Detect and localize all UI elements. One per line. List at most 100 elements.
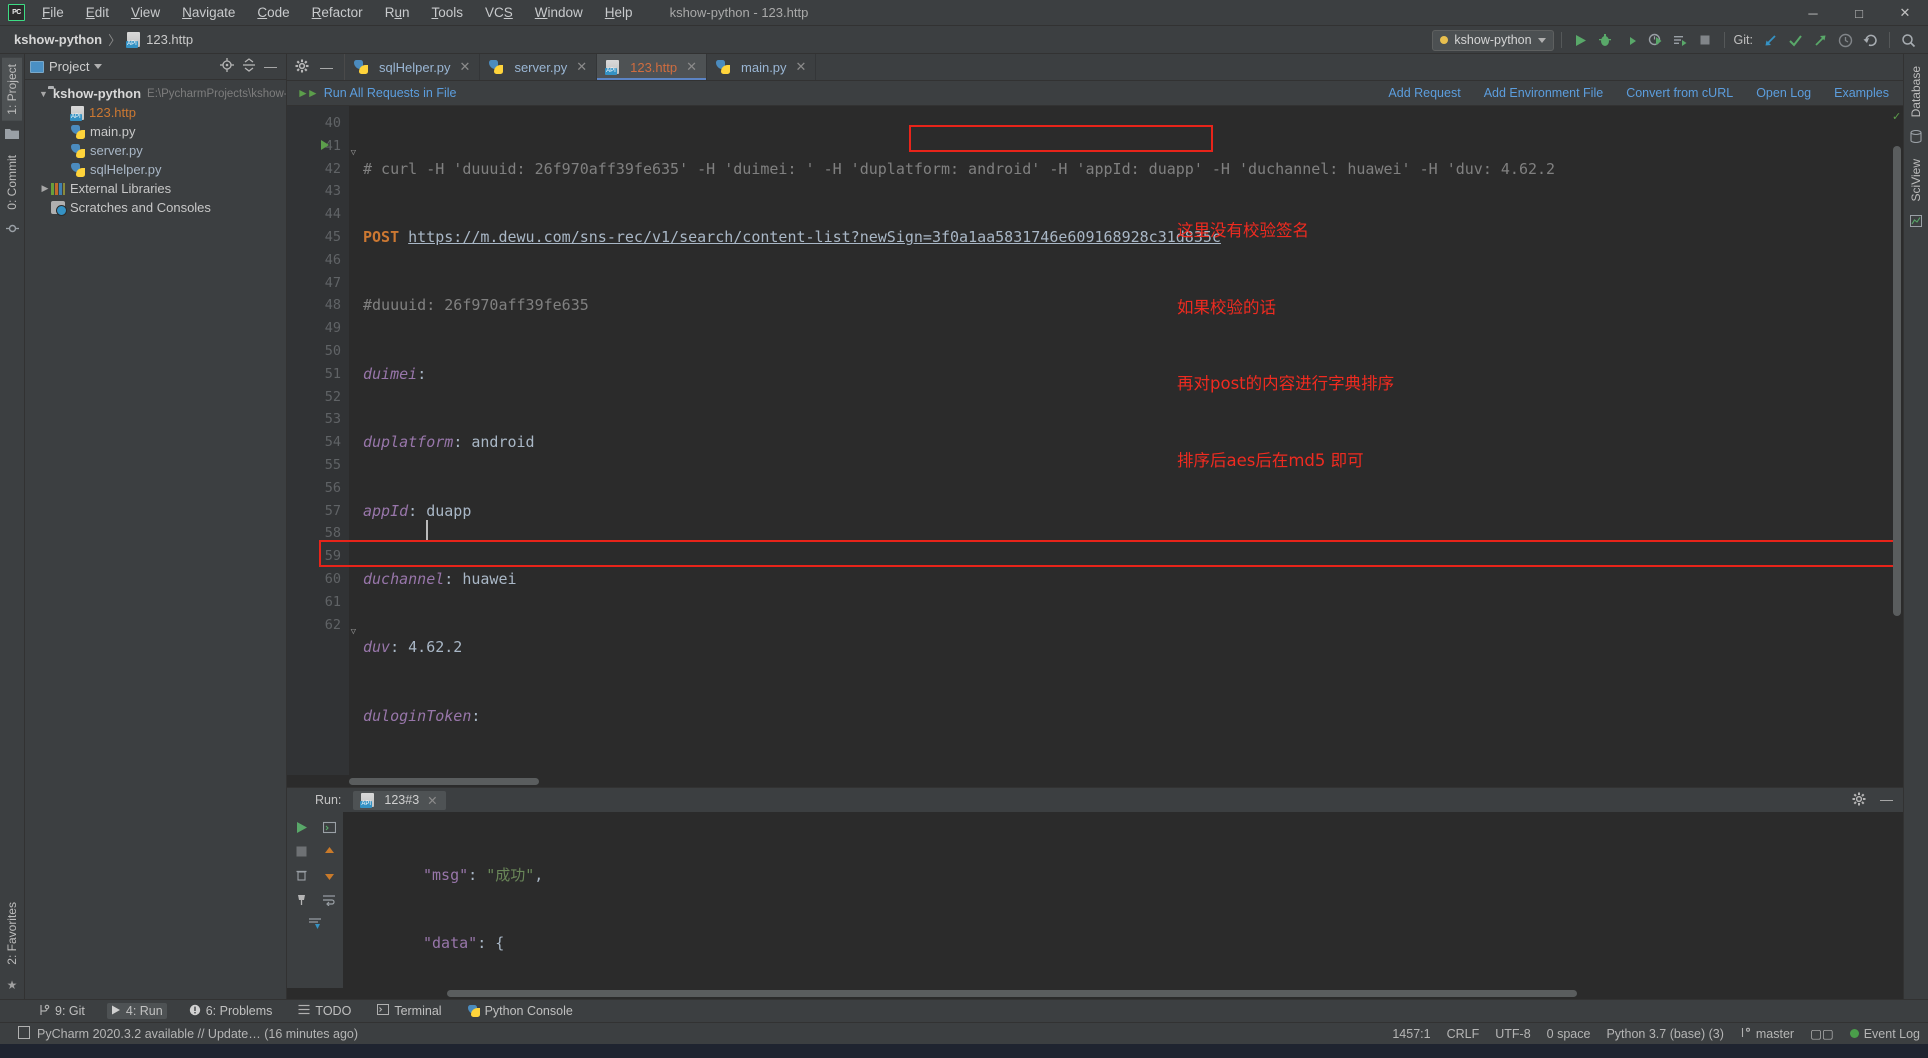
request-url[interactable]: https://m.dewu.com/sns-rec/v1/search/con… (408, 228, 1221, 246)
up-icon[interactable] (318, 840, 340, 862)
update-project-button[interactable] (1759, 29, 1782, 52)
chevron-down-icon[interactable]: ▼ (39, 89, 48, 99)
tree-row-external-libraries[interactable]: ▶ External Libraries (25, 179, 286, 198)
add-request-link[interactable]: Add Request (1388, 86, 1460, 100)
maximize-icon[interactable]: □ (1836, 0, 1882, 26)
code-editor[interactable]: 40 41 ▽ 42 43 44 45 46 47 48 49 50 51 52… (287, 106, 1903, 775)
trash-icon[interactable] (290, 864, 312, 886)
add-environment-file-link[interactable]: Add Environment File (1484, 86, 1604, 100)
window-controls[interactable]: ─ □ ✕ (1790, 0, 1928, 26)
line-separator[interactable]: CRLF (1447, 1027, 1480, 1041)
stop-button[interactable] (1694, 29, 1717, 52)
editor-tab-sqlhelper[interactable]: sqlHelper.py ✕ (345, 54, 481, 80)
menu-refactor[interactable]: Refactor (301, 2, 374, 23)
project-tree[interactable]: ▼ kshow-python E:\PycharmProjects\kshow-… (25, 80, 286, 999)
close-icon[interactable]: ✕ (796, 59, 807, 75)
caret-position[interactable]: 1457:1 (1392, 1027, 1430, 1041)
rollback-button[interactable] (1859, 29, 1882, 52)
breadcrumb-project[interactable]: kshow-python (14, 32, 102, 47)
editor-tab-123-http[interactable]: 123.http ✕ (597, 54, 708, 80)
stop-icon[interactable] (290, 840, 312, 862)
close-icon[interactable]: ✕ (576, 59, 587, 75)
menu-edit[interactable]: Edit (75, 2, 120, 23)
menu-file[interactable]: File (31, 2, 75, 23)
debug-button[interactable] (1594, 29, 1617, 52)
sidebar-tab-favorites[interactable]: 2: Favorites (2, 896, 22, 971)
menu-tools[interactable]: Tools (420, 2, 474, 23)
menu-run[interactable]: Run (374, 2, 421, 23)
menu-vcs[interactable]: VCS (474, 2, 524, 23)
pin-icon[interactable] (290, 888, 312, 910)
run-output[interactable]: "msg": "成功", "data": { "list": [ { "feed… (343, 812, 1903, 988)
tree-row-server-py[interactable]: server.py (25, 141, 286, 160)
menu-window[interactable]: Window (524, 2, 594, 23)
editor-tab-main[interactable]: main.py ✕ (707, 54, 817, 80)
close-icon[interactable]: ✕ (427, 793, 437, 808)
console-icon[interactable] (318, 816, 340, 838)
editor-gutter[interactable]: 40 41 ▽ 42 43 44 45 46 47 48 49 50 51 52… (287, 106, 356, 775)
menu-code[interactable]: Code (246, 2, 300, 23)
run-horizontal-scrollbar[interactable] (447, 990, 1577, 997)
run-all-requests-button[interactable]: ►► Run All Requests in File (297, 86, 456, 100)
open-log-link[interactable]: Open Log (1756, 86, 1811, 100)
sidebar-tab-commit[interactable]: 0: Commit (2, 149, 22, 216)
push-button[interactable] (1809, 29, 1832, 52)
code-content[interactable]: # curl -H 'duuuid: 26f970aff39fe635' -H … (349, 106, 1903, 775)
minimize-icon[interactable]: ─ (1790, 0, 1836, 26)
search-everywhere-icon[interactable] (1897, 29, 1920, 52)
chevron-down-icon[interactable] (94, 64, 103, 69)
bottom-tab-git[interactable]: 9: Git (34, 1003, 89, 1020)
soft-wrap-icon[interactable] (318, 888, 340, 910)
close-icon[interactable]: ✕ (460, 59, 471, 75)
breadcrumb-file[interactable]: 123.http (146, 32, 193, 47)
down-icon[interactable] (318, 864, 340, 886)
run-request-icon[interactable] (321, 139, 329, 150)
chevron-right-icon[interactable]: ▶ (39, 183, 51, 194)
menu-bar[interactable]: File Edit View Navigate Code Refactor Ru… (31, 2, 644, 23)
commit-branch-icon[interactable] (5, 222, 19, 238)
convert-from-curl-link[interactable]: Convert from cURL (1626, 86, 1733, 100)
editor-horizontal-scrollbar[interactable] (349, 778, 539, 785)
tree-row-sqlhelper-py[interactable]: sqlHelper.py (25, 160, 286, 179)
bottom-tab-problems[interactable]: 6: Problems (185, 1003, 277, 1020)
event-log-button[interactable]: Event Log (1849, 1027, 1920, 1041)
sidebar-tab-project[interactable]: 1: Project (2, 58, 22, 121)
hide-editor-icon[interactable]: — (320, 60, 333, 75)
close-icon[interactable]: ✕ (686, 59, 697, 75)
collapse-all-icon[interactable] (242, 58, 256, 75)
menu-help[interactable]: Help (594, 2, 644, 23)
status-message[interactable]: PyCharm 2020.3.2 available // Update… (1… (37, 1027, 358, 1041)
favorites-star-icon[interactable]: ★ (7, 978, 18, 992)
database-icon[interactable] (1910, 130, 1922, 146)
notification-icon[interactable] (18, 1025, 30, 1042)
file-encoding[interactable]: UTF-8 (1495, 1027, 1530, 1041)
examples-link[interactable]: Examples (1834, 86, 1889, 100)
memory-indicator[interactable]: ▢▢ (1810, 1026, 1834, 1041)
tree-row-kshow-python[interactable]: ▼ kshow-python E:\PycharmProjects\kshow-… (25, 84, 286, 103)
commit-button[interactable] (1784, 29, 1807, 52)
git-branch[interactable]: master (1740, 1027, 1794, 1041)
menu-navigate[interactable]: Navigate (171, 2, 246, 23)
gear-icon[interactable] (295, 59, 309, 76)
sidebar-tab-sciview[interactable]: SciView (1906, 153, 1926, 207)
editor-tab-server[interactable]: server.py ✕ (480, 54, 598, 80)
editor-horizontal-scrollbar-row[interactable] (287, 775, 1903, 787)
rerun-icon[interactable] (290, 816, 312, 838)
run-coverage-button[interactable] (1619, 29, 1642, 52)
gear-icon[interactable] (1852, 792, 1866, 809)
hide-icon[interactable]: — (264, 59, 277, 74)
run-horizontal-scrollbar-row[interactable] (287, 988, 1903, 999)
sciview-icon[interactable] (1910, 214, 1922, 230)
run-tab-123[interactable]: 123#3 ✕ (353, 790, 446, 810)
close-icon[interactable]: ✕ (1882, 0, 1928, 26)
python-interpreter[interactable]: Python 3.7 (base) (3) (1606, 1027, 1723, 1041)
hide-icon[interactable]: — (1880, 792, 1893, 809)
tree-row-main-py[interactable]: main.py (25, 122, 286, 141)
tree-row-123-http[interactable]: 123.http (25, 103, 286, 122)
bottom-tab-python-console[interactable]: Python Console (464, 1003, 577, 1019)
sidebar-tab-database[interactable]: Database (1906, 60, 1926, 123)
tree-row-scratches[interactable]: Scratches and Consoles (25, 198, 286, 217)
indent-setting[interactable]: 0 space (1547, 1027, 1591, 1041)
profile-button[interactable] (1644, 29, 1667, 52)
editor-vertical-scrollbar[interactable] (1893, 146, 1901, 616)
